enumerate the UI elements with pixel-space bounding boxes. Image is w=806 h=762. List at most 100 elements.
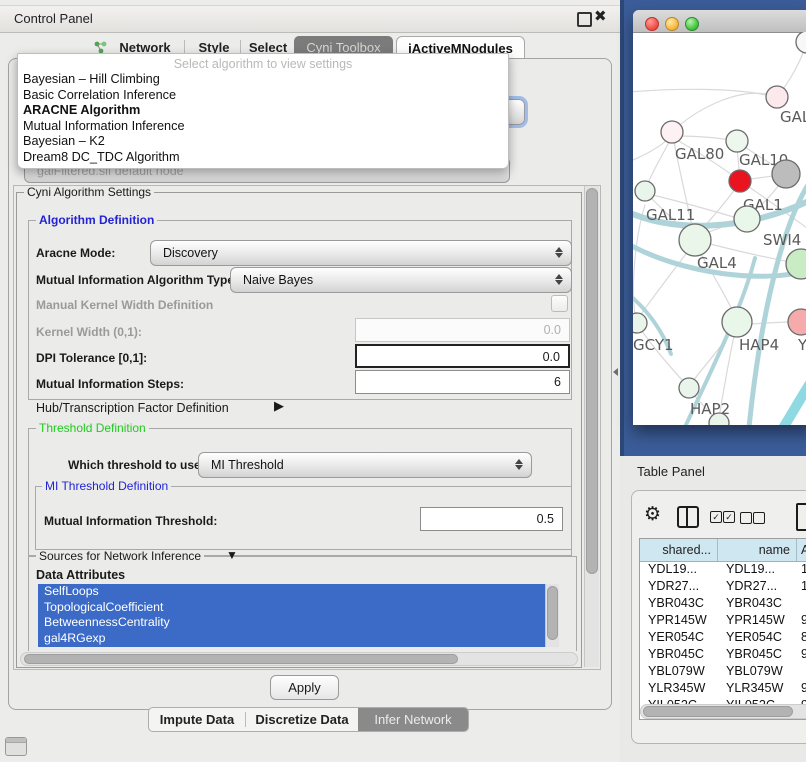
- aracne-mode-combobox[interactable]: Discovery: [150, 240, 572, 266]
- table-horizontal-scrollbar[interactable]: [640, 704, 806, 719]
- network-node[interactable]: [734, 206, 760, 232]
- sources-collapse-arrow-icon[interactable]: ▼: [226, 548, 238, 562]
- gear-icon[interactable]: ⚙: [644, 504, 661, 526]
- table-row[interactable]: YLR345WYLR345W9.: [640, 680, 806, 697]
- dropdown-item[interactable]: Mutual Information Inference: [18, 119, 508, 135]
- network-node[interactable]: [635, 181, 655, 201]
- table-row[interactable]: YER054CYER054C8.: [640, 629, 806, 646]
- mi-steps-input[interactable]: 6: [355, 370, 570, 394]
- settings-vertical-scrollbar[interactable]: [584, 186, 599, 667]
- network-node[interactable]: [661, 121, 683, 143]
- hub-expand-arrow-icon[interactable]: ▶: [274, 398, 284, 414]
- network-node[interactable]: [679, 224, 711, 256]
- network-node-label: GAL4: [697, 254, 737, 272]
- table-row[interactable]: YBR045CYBR045C9.: [640, 646, 806, 663]
- show-columns-icon[interactable]: [677, 506, 699, 528]
- network-node-label: SWI4: [763, 231, 801, 249]
- zoom-traffic-light-icon[interactable]: [685, 17, 699, 31]
- deselect-all-checkbox-icon[interactable]: [740, 512, 752, 524]
- manual-kernel-checkbox[interactable]: [551, 295, 568, 312]
- table-row[interactable]: YBL079WYBL079W: [640, 663, 806, 680]
- export-table-icon[interactable]: [796, 503, 806, 531]
- dropdown-item[interactable]: Bayesian – Hill Climbing: [18, 72, 508, 88]
- mi-type-combobox[interactable]: Naive Bayes: [230, 267, 572, 293]
- attribute-list-item[interactable]: TopologicalCoefficient: [38, 600, 545, 616]
- network-node-label: GAL: [780, 108, 806, 126]
- dropdown-item[interactable]: Dream8 DC_TDC Algorithm: [18, 150, 508, 166]
- network-node[interactable]: [766, 86, 788, 108]
- network-canvas[interactable]: GALGAL80GAL10GAL1GAL11SWI4GAL4GCY1HAP4YH…: [633, 32, 806, 425]
- table-row[interactable]: YDR27...YDR27...12: [640, 578, 806, 595]
- network-edge: [783, 382, 806, 425]
- algorithm-dropdown-popup: Select algorithm to view settings Bayesi…: [17, 53, 509, 169]
- tab-infer-network[interactable]: Infer Network: [358, 708, 468, 731]
- which-threshold-value: MI Threshold: [199, 453, 531, 477]
- network-node[interactable]: [722, 307, 752, 337]
- column-header-shared-name[interactable]: shared...: [640, 539, 718, 561]
- tab-impute-data[interactable]: Impute Data: [149, 708, 245, 731]
- scrollbar-thumb[interactable]: [547, 586, 558, 640]
- node-table[interactable]: shared... name A YDL19...YDL19...13YDR27…: [639, 538, 806, 720]
- dropdown-item[interactable]: Basic Correlation Inference: [18, 88, 508, 104]
- column-header-name[interactable]: name: [718, 539, 797, 561]
- which-threshold-combobox[interactable]: MI Threshold: [198, 452, 532, 478]
- close-traffic-light-icon[interactable]: [645, 17, 659, 31]
- table-row[interactable]: YDL19...YDL19...13: [640, 561, 806, 578]
- dropdown-placeholder: Select algorithm to view settings: [18, 54, 508, 72]
- select-all-checkbox-icon[interactable]: ✓: [710, 511, 722, 523]
- network-node[interactable]: [679, 378, 699, 398]
- app-root: { "control_panel": { "title": "Control P…: [0, 0, 806, 762]
- network-node[interactable]: [729, 170, 751, 192]
- table-cell: YBR043C: [640, 595, 718, 612]
- network-edge: [633, 138, 669, 162]
- threshold-definition-label: Threshold Definition: [36, 422, 149, 435]
- hub-definition-label[interactable]: Hub/Transcription Factor Definition: [36, 401, 229, 415]
- kernel-width-input[interactable]: 0.0: [355, 318, 570, 342]
- network-node[interactable]: [726, 130, 748, 152]
- network-node-label: Y: [797, 336, 806, 354]
- network-node-label: HAP4: [739, 336, 779, 354]
- table-cell: YDR27...: [640, 578, 718, 595]
- apply-button[interactable]: Apply: [270, 675, 339, 700]
- table-row[interactable]: YBR043CYBR043C: [640, 595, 806, 612]
- table-cell: YBL079W: [718, 663, 797, 680]
- scrollbar-thumb[interactable]: [586, 188, 598, 574]
- network-node[interactable]: [796, 32, 806, 53]
- settings-horizontal-scrollbar[interactable]: [20, 652, 578, 666]
- table-cell: YPR145W: [640, 612, 718, 629]
- dpi-tolerance-input[interactable]: 0.0: [355, 344, 570, 368]
- network-node[interactable]: [788, 309, 806, 335]
- minimized-panel-icon[interactable]: [5, 737, 27, 756]
- dropdown-item[interactable]: ARACNE Algorithm: [18, 103, 508, 119]
- table-cell: [797, 663, 806, 680]
- kernel-width-label: Kernel Width (0,1):: [36, 325, 142, 339]
- minimize-traffic-light-icon[interactable]: [665, 17, 679, 31]
- network-node[interactable]: [772, 160, 800, 188]
- table-cell: 9.: [797, 646, 806, 663]
- float-window-icon[interactable]: [577, 12, 592, 27]
- which-threshold-label: Which threshold to use:: [68, 458, 205, 472]
- network-node[interactable]: [633, 313, 647, 333]
- deselect-all-checkbox-icon[interactable]: [753, 512, 765, 524]
- mi-type-label: Mutual Information Algorithm Type:: [36, 273, 238, 287]
- network-window-titlebar[interactable]: [633, 10, 806, 33]
- attribute-list-item[interactable]: BetweennessCentrality: [38, 615, 545, 631]
- mi-threshold-input[interactable]: 0.5: [420, 507, 563, 531]
- control-panel-titlebar: Control Panel: [0, 5, 620, 33]
- close-icon[interactable]: ✖: [594, 4, 607, 30]
- network-window[interactable]: GALGAL80GAL10GAL1GAL11SWI4GAL4GCY1HAP4YH…: [633, 10, 806, 425]
- table-row[interactable]: YPR145WYPR145W9.: [640, 612, 806, 629]
- splitter-collapse-icon[interactable]: [613, 368, 618, 376]
- attributes-list-scrollbar[interactable]: [545, 584, 559, 647]
- select-all-checkbox-icon[interactable]: ✓: [723, 511, 735, 523]
- dropdown-item[interactable]: Bayesian – K2: [18, 134, 508, 150]
- network-edge: [750, 322, 790, 324]
- attribute-list-item[interactable]: SelfLoops: [38, 584, 545, 600]
- attribute-list-item[interactable]: gal4RGexp: [38, 631, 545, 647]
- scrollbar-thumb[interactable]: [24, 654, 458, 664]
- tab-discretize-data[interactable]: Discretize Data: [246, 708, 358, 731]
- column-header-clipped[interactable]: A: [797, 539, 806, 561]
- data-attributes-list[interactable]: SelfLoopsTopologicalCoefficientBetweenne…: [38, 584, 545, 647]
- scrollbar-thumb[interactable]: [643, 706, 793, 717]
- network-edge: [646, 142, 669, 188]
